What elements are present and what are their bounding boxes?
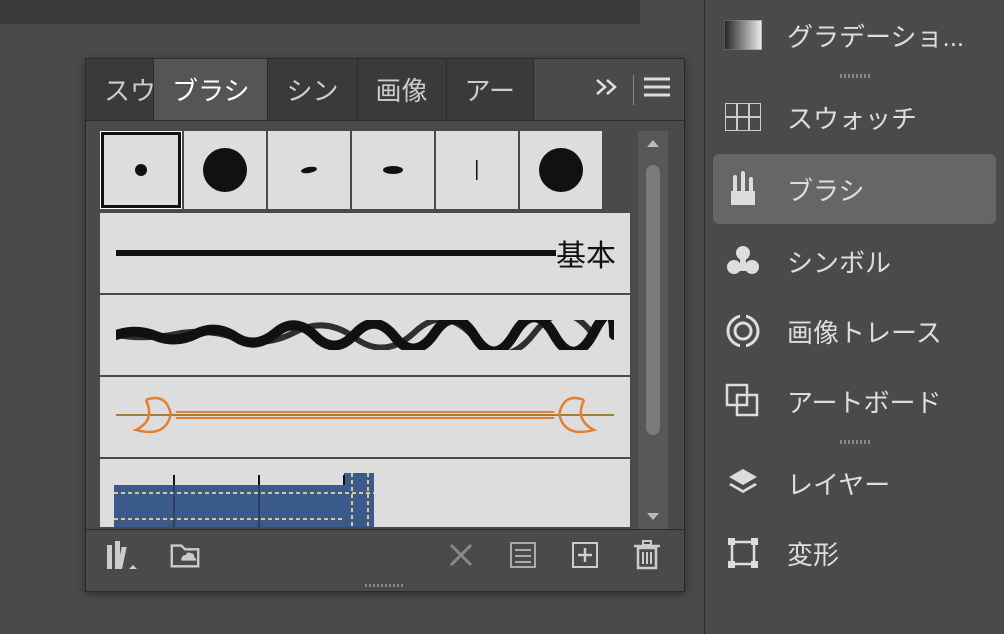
brush-thumb-4[interactable] bbox=[352, 131, 434, 209]
brush-label-basic: 基本 bbox=[556, 231, 616, 275]
tab-image-trace[interactable]: 画像 bbox=[358, 59, 447, 120]
brush-row-ornament[interactable] bbox=[100, 377, 630, 459]
brush-row-charcoal[interactable] bbox=[100, 295, 630, 377]
sidebar-label: アートボード bbox=[787, 383, 941, 420]
delete-brush-icon[interactable] bbox=[630, 538, 664, 572]
brushes-icon bbox=[723, 169, 763, 209]
sidebar-item-swatches[interactable]: スウォッチ bbox=[705, 82, 1004, 152]
tab-artboards[interactable]: アー bbox=[447, 59, 534, 120]
brush-row-basic[interactable]: 基本 bbox=[100, 213, 630, 295]
brush-thumbnail-row bbox=[100, 131, 670, 209]
artboards-icon bbox=[723, 381, 763, 421]
library-icon[interactable] bbox=[106, 538, 140, 572]
sidebar-label: ブラシ bbox=[787, 171, 864, 208]
layers-icon bbox=[723, 463, 763, 503]
sidebar-label: レイヤー bbox=[787, 465, 890, 502]
sidebar-item-layers[interactable]: レイヤー bbox=[705, 448, 1004, 518]
panel-footer bbox=[86, 529, 684, 579]
cloud-library-icon[interactable] bbox=[168, 538, 202, 572]
sidebar-label: 変形 bbox=[787, 535, 839, 572]
sidebar-item-transform[interactable]: 変形 bbox=[705, 518, 1004, 588]
tab-brushes[interactable]: ブラシ bbox=[154, 59, 268, 120]
brush-thumb-1[interactable] bbox=[100, 131, 182, 209]
sidebar-item-brushes[interactable]: ブラシ bbox=[713, 154, 996, 224]
panel-tab-bar: スウ ブラシ シン 画像 アー bbox=[86, 59, 684, 121]
brush-thumb-6[interactable] bbox=[520, 131, 602, 209]
transform-icon bbox=[723, 533, 763, 573]
brush-thumb-5[interactable] bbox=[436, 131, 518, 209]
brush-thumb-3[interactable] bbox=[268, 131, 350, 209]
sidebar-label: 画像トレース bbox=[787, 313, 942, 350]
tab-symbols[interactable]: シン bbox=[268, 59, 357, 120]
image-trace-icon bbox=[723, 311, 763, 351]
symbols-icon bbox=[723, 241, 763, 281]
scroll-down-icon[interactable] bbox=[638, 505, 668, 529]
gradient-icon bbox=[723, 15, 763, 55]
options-icon[interactable] bbox=[506, 538, 540, 572]
tab-swatches[interactable]: スウ bbox=[86, 59, 154, 120]
brushes-panel: スウ ブラシ シン 画像 アー bbox=[85, 58, 685, 592]
sidebar-label: スウォッチ bbox=[787, 99, 917, 136]
panel-scrollbar[interactable] bbox=[638, 131, 668, 529]
sidebar-label: シンボル bbox=[787, 243, 891, 280]
separator bbox=[633, 75, 634, 105]
sidebar-item-symbols[interactable]: シンボル bbox=[705, 226, 1004, 296]
panel-resize-grip[interactable] bbox=[86, 579, 684, 591]
drag-handle[interactable] bbox=[705, 436, 1004, 448]
remove-stroke-icon[interactable] bbox=[444, 538, 478, 572]
scroll-up-icon[interactable] bbox=[638, 131, 668, 155]
panel-menu-icon[interactable] bbox=[644, 77, 670, 102]
brush-row-denim[interactable] bbox=[100, 459, 630, 529]
new-brush-icon[interactable] bbox=[568, 538, 602, 572]
sidebar-item-image-trace[interactable]: 画像トレース bbox=[705, 296, 1004, 366]
panel-body: 基本 bbox=[86, 121, 684, 529]
right-sidebar: グラデーショ... スウォッチ ブラシ シンボル 画像トレース アートボード bbox=[704, 0, 1004, 634]
brush-stroke-list: 基本 bbox=[100, 213, 630, 529]
brush-thumb-2[interactable] bbox=[184, 131, 266, 209]
sidebar-item-gradient[interactable]: グラデーショ... bbox=[705, 0, 1004, 70]
drag-handle[interactable] bbox=[705, 70, 1004, 82]
scroll-thumb[interactable] bbox=[646, 165, 660, 435]
sidebar-item-artboards[interactable]: アートボード bbox=[705, 366, 1004, 436]
sidebar-label: グラデーショ... bbox=[787, 17, 964, 54]
swatches-icon bbox=[723, 97, 763, 137]
canvas-top-edge bbox=[0, 0, 640, 24]
expand-tabs-icon[interactable] bbox=[595, 78, 623, 101]
